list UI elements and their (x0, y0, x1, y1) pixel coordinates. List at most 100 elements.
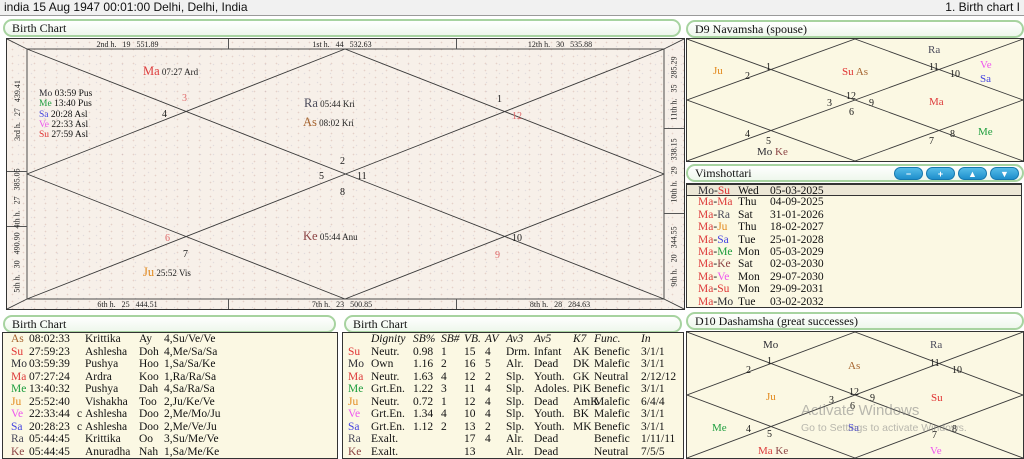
house-number: 3 (827, 98, 832, 109)
house-number: 5 (319, 171, 324, 182)
house-number: 10 (950, 69, 960, 80)
house-span-label: 10th h. 29 338.15 (664, 128, 684, 214)
positions-panel-header: Birth Chart (3, 315, 336, 333)
house-span-label: 5th h. 30 490.90 (12, 232, 22, 293)
house-number: 8 (952, 424, 957, 435)
position-row: Sa 20:28:23 c Ashlesha Doo 2,Me/Ve/Ju (11, 420, 217, 433)
chart-lines (7, 39, 684, 309)
strengths-panel-header: Birth Chart (344, 315, 682, 333)
position-row: As 08:02:33 Krittika Ay 4,Su/Ve/Ve (11, 333, 216, 345)
house-number: 3 (182, 93, 187, 104)
planet-label: Sa (980, 73, 991, 85)
house-number: 5 (767, 429, 772, 440)
house-number: 11 (357, 171, 367, 182)
planet-label: Sa (848, 422, 859, 434)
position-row: Su 27:59:23 Ashlesha Doh 4,Me/Sa/Sa (11, 345, 218, 358)
house-number: 4 (745, 129, 750, 140)
planet-label: As 08:02 Kri (303, 115, 354, 129)
house-number: 1 (766, 62, 771, 73)
position-row: Me 13:40:32 Pushya Dah 4,Sa/Ra/Sa (11, 383, 215, 396)
planet-positions-table: As 08:02:33 Krittika Ay 4,Su/Ve/Ve Su 27:59:23… (2, 332, 338, 459)
house-span-label: 3rd h. 27 439.41 (7, 49, 27, 172)
dasha-row[interactable]: Ma-Ju Thu 18-02-2027 (687, 221, 1021, 233)
house-number: 12 (512, 111, 522, 122)
house-number: 12 (846, 91, 856, 102)
house-number: 1 (497, 94, 502, 105)
house-number: 8 (950, 129, 955, 140)
d9-navamsha-chart[interactable]: Ju 2 1 Su As Ra 11 10 Ve Sa 12 3 9 6 Ma 4 5 Mo Ke 7 8 Me (686, 38, 1024, 162)
strengths-row: Ke Exalt. 13 Alr. Dead Neutral 7/5/5 (348, 445, 665, 458)
panel-title: Vimshottari (695, 166, 752, 180)
position-row: Ra 05:44:45 Krittika Oo 3,Su/Me/Ve (11, 433, 219, 446)
house-number: 6 (850, 401, 855, 412)
house-span-label: 6th h. 25 444.51 (27, 299, 229, 309)
dasha-row[interactable]: Mo-Su Wed 05-03-2025 (687, 184, 1021, 197)
house-span-label: 2nd h. 19 551.89 (27, 39, 229, 49)
dasha-up-button[interactable]: ▲ (958, 167, 987, 180)
position-row: Ju 25:52:40 Vishakha Too 2,Ju/Ke/Ve (11, 395, 215, 408)
panel-title: D9 Navamsha (spouse) (695, 22, 807, 36)
strengths-header-row: Dignity SB% SB# VB. AV Av3 Av5 K7 Func. In (371, 333, 651, 345)
panel-title: D10 Dashamsha (great successes) (695, 314, 858, 328)
planet-label: Ma 07:27 Ard (143, 64, 199, 78)
dasha-down-button[interactable]: ▼ (990, 167, 1019, 180)
dasha-row[interactable]: Ma-Ke Sat 02-03-2030 (687, 258, 1021, 270)
house-span-label: 7th h. 23 500.85 (228, 299, 457, 309)
house-number: 1 (767, 356, 772, 367)
vimshottari-panel-header: Vimshottari − + ▲ ▼ (686, 164, 1024, 182)
dasha-row[interactable]: Ma-Ra Sat 31-01-2026 (687, 209, 1021, 221)
house-number: 11 (930, 358, 940, 369)
dasha-row[interactable]: Ma-Me Mon 05-03-2029 (687, 246, 1021, 258)
house-number: 7 (183, 249, 188, 260)
d9-panel-header: D9 Navamsha (spouse) (686, 20, 1024, 38)
house-number: 9 (870, 393, 875, 404)
d10-dashamsha-chart[interactable]: Mo 2 1 As Ra 11 10 Ju 12 3 9 6 Su Me 4 5 Sa Ma Ke 7 8 Ve (686, 331, 1024, 459)
panel-title: Birth Chart (12, 317, 67, 331)
house-number: 2 (745, 71, 750, 82)
planet-label: As (848, 360, 861, 372)
house-number: 6 (165, 233, 170, 244)
house-number: 4 (162, 109, 167, 120)
strengths-row: Ju Neutr. 0.72 1 12 4 Slp. Dead AmK Malefic 6/4/4 (348, 395, 665, 408)
dasha-zoom-in-button[interactable]: + (926, 167, 955, 180)
house-number: 11 (929, 62, 939, 73)
position-row: Ke 05:44:45 Anuradha Nah 1,Sa/Me/Ke (11, 445, 220, 458)
house-number: 9 (495, 250, 500, 261)
planet-label: Ma Ke (758, 445, 789, 457)
strengths-row: Mo Own 1.16 2 16 5 Alr. Dead DK Malefic 3/1/1 (348, 358, 665, 371)
planet-label: Ju 25:52 Vis (143, 265, 191, 279)
planet-label: Su (931, 392, 943, 404)
house-number: 2 (746, 365, 751, 376)
house-number: 10 (952, 365, 962, 376)
house-number: 9 (869, 98, 874, 109)
house-span-label: 8th h. 28 284.63 (529, 299, 591, 309)
house-span-label: 1st h. 44 532.63 (228, 39, 457, 49)
planet-label: Su 27:59 Asl (39, 130, 89, 140)
dasha-row[interactable]: Ma-Mo Tue 03-02-2032 (687, 296, 1021, 308)
app-window: india 15 Aug 1947 00:01:00 Delhi, Delhi,… (0, 0, 1024, 459)
house-span-label: 4th h. 27 385.05 (7, 168, 27, 229)
house-number: 4 (746, 424, 751, 435)
current-view-label: 1. Birth chart I (945, 0, 1020, 14)
house-span-label: 11th h. 35 285.29 (664, 49, 684, 129)
planet-label: Mo (763, 339, 779, 351)
dasha-row[interactable]: Ma-Ma Thu 04-09-2025 (687, 196, 1021, 208)
dasha-row[interactable]: Ma-Sa Tue 25-01-2028 (687, 234, 1021, 246)
planet-strengths-table: Dignity SB% SB# VB. AV Av3 Av5 K7 Func. In Su Neutr… (342, 332, 684, 459)
titlebar: india 15 Aug 1947 00:01:00 Delhi, Delhi,… (0, 0, 1024, 16)
house-number: 2 (340, 156, 345, 167)
strengths-row: Sa Grt.En. 1.12 2 13 2 Slp. Youth. MK Benefic 3/1/… (348, 420, 665, 433)
planet-label: Me (712, 422, 727, 434)
dasha-row[interactable]: Ma-Su Mon 29-09-2031 (687, 283, 1021, 295)
strengths-row: Su Neutr. 0.98 1 15 4 Drm. Infant AK Benefic 3/1/1 (348, 345, 665, 358)
planet-label: Ke 05:44 Anu (303, 229, 358, 243)
planet-label: Me (978, 126, 993, 138)
position-row: Mo 03:59:39 Pushya Hoo 1,Sa/Sa/Ke (11, 358, 216, 371)
dasha-row[interactable]: Ma-Ve Mon 29-07-2030 (687, 271, 1021, 283)
dasha-zoom-out-button[interactable]: − (894, 167, 923, 180)
rasi-chart[interactable]: 2nd h. 19 551.89 1st h. 44 532.63 12th h… (6, 38, 685, 310)
planet-label: Ma (929, 96, 944, 108)
position-row: Ma 07:27:24 Ardra Koo 1,Ra/Ra/Sa (11, 370, 217, 383)
panel-title: Birth Chart (353, 317, 408, 331)
house-number: 3 (829, 395, 834, 406)
